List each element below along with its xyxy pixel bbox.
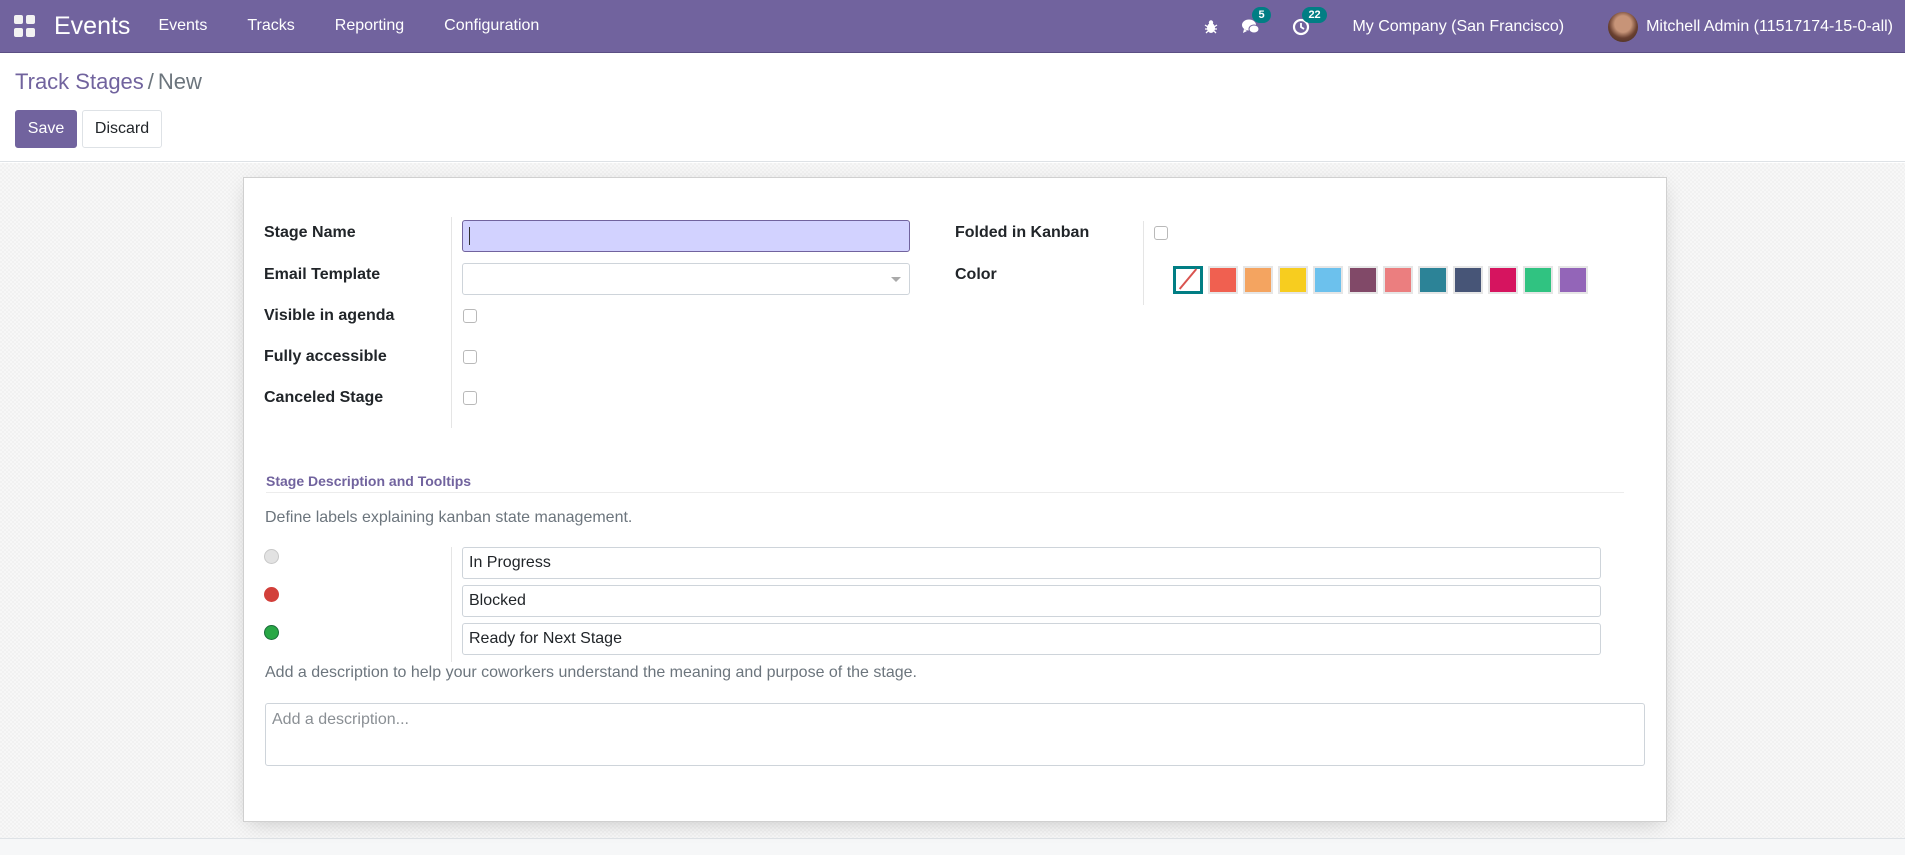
folded-in-kanban-label: Folded in Kanban	[955, 224, 1090, 241]
description-textarea[interactable]: Add a description...	[265, 703, 1645, 766]
discard-button[interactable]: Discard	[82, 110, 162, 148]
menu-events[interactable]: Events	[158, 17, 207, 35]
breadcrumb-separator: /	[147, 69, 154, 94]
breadcrumb-parent[interactable]: Track Stages	[15, 69, 144, 94]
activities-badge: 22	[1302, 6, 1327, 23]
bug-icon[interactable]	[1200, 16, 1222, 38]
navbar-systray: 5 22 My Company (San Francisco) Mitchell…	[1200, 0, 1905, 53]
messages-badge: 5	[1252, 6, 1271, 23]
breadcrumb: Track Stages / New	[15, 69, 202, 95]
fully-accessible-label: Fully accessible	[264, 348, 387, 365]
menu-configuration[interactable]: Configuration	[444, 17, 539, 35]
color-swatch-7[interactable]	[1418, 266, 1448, 294]
canceled-stage-label: Canceled Stage	[264, 389, 384, 406]
control-panel: Track Stages / New Save Discard	[0, 54, 1905, 162]
normal-state-dot	[264, 549, 279, 564]
visible-in-agenda-checkbox[interactable]	[463, 309, 477, 323]
folded-in-kanban-checkbox[interactable]	[1154, 226, 1168, 240]
activity-clock-icon[interactable]: 22	[1290, 6, 1327, 38]
fully-accessible-checkbox[interactable]	[463, 350, 477, 364]
color-swatch-4[interactable]	[1313, 266, 1343, 294]
color-swatch-9[interactable]	[1488, 266, 1518, 294]
done-state-dot	[264, 625, 279, 640]
legend-done-input[interactable]: Ready for Next Stage	[462, 623, 1601, 655]
visible-in-agenda-label: Visible in agenda	[264, 307, 395, 324]
description-help: Add a description to help your coworkers…	[265, 664, 917, 681]
kanban-state-help: Define labels explaining kanban state ma…	[265, 509, 633, 526]
legend-blocked-value: Blocked	[469, 592, 526, 609]
legend-blocked-input[interactable]: Blocked	[462, 585, 1601, 617]
section-divider	[266, 492, 1624, 493]
breadcrumb-current: New	[157, 69, 202, 94]
chat-icon[interactable]: 5	[1240, 6, 1271, 38]
footer-bar	[0, 838, 1905, 855]
stage-name-label: Stage Name	[264, 224, 356, 241]
color-swatch-2[interactable]	[1243, 266, 1273, 294]
email-template-select[interactable]	[462, 263, 910, 295]
legend-done-value: Ready for Next Stage	[469, 630, 622, 647]
color-swatch-3[interactable]	[1278, 266, 1308, 294]
text-caret	[469, 227, 470, 245]
chevron-down-icon	[891, 277, 901, 282]
legend-normal-input[interactable]: In Progress	[462, 547, 1601, 579]
blocked-state-dot	[264, 587, 279, 602]
color-swatch-10[interactable]	[1523, 266, 1553, 294]
color-swatch-0[interactable]	[1173, 266, 1203, 294]
color-swatch-11[interactable]	[1558, 266, 1588, 294]
color-label: Color	[955, 266, 997, 283]
right-group-divider	[1143, 221, 1144, 305]
color-swatch-6[interactable]	[1383, 266, 1413, 294]
user-menu[interactable]: Mitchell Admin (11517174-15-0-all)	[1608, 11, 1893, 42]
top-navbar: Events Events Tracks Reporting Configura…	[0, 0, 1905, 53]
section-title: Stage Description and Tooltips	[266, 473, 472, 489]
email-template-label: Email Template	[264, 266, 381, 283]
avatar	[1608, 11, 1639, 42]
color-swatch-8[interactable]	[1453, 266, 1483, 294]
company-switcher[interactable]: My Company (San Francisco)	[1352, 18, 1564, 36]
app-name[interactable]: Events	[54, 12, 130, 41]
apps-grid-icon[interactable]	[14, 15, 36, 37]
stage-name-input[interactable]	[462, 220, 910, 252]
save-button[interactable]: Save	[15, 110, 77, 148]
color-swatch-1[interactable]	[1208, 266, 1238, 294]
left-group-divider	[451, 217, 452, 428]
menu-tracks[interactable]: Tracks	[247, 17, 294, 35]
user-name: Mitchell Admin (11517174-15-0-all)	[1646, 17, 1893, 35]
color-swatch-5[interactable]	[1348, 266, 1378, 294]
states-divider	[451, 547, 452, 662]
legend-normal-value: In Progress	[469, 554, 551, 571]
menu-reporting[interactable]: Reporting	[335, 17, 404, 35]
canceled-stage-checkbox[interactable]	[463, 391, 477, 405]
